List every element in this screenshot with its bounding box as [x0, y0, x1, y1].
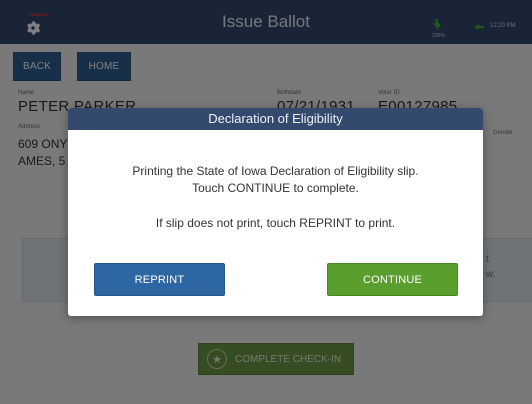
- modal-body: Printing the State of Iowa Declaration o…: [68, 130, 483, 316]
- reprint-button[interactable]: REPRINT: [94, 263, 225, 296]
- modal-title: Declaration of Eligibility: [68, 108, 483, 130]
- modal-message-line3: If slip does not print, touch REPRINT to…: [155, 216, 396, 230]
- continue-button[interactable]: CONTINUE: [327, 263, 458, 296]
- modal-message-line2: Touch CONTINUE to complete.: [192, 181, 359, 195]
- modal-message-line1: Printing the State of Iowa Declaration o…: [132, 164, 419, 178]
- declaration-modal: Declaration of Eligibility Printing the …: [68, 108, 483, 316]
